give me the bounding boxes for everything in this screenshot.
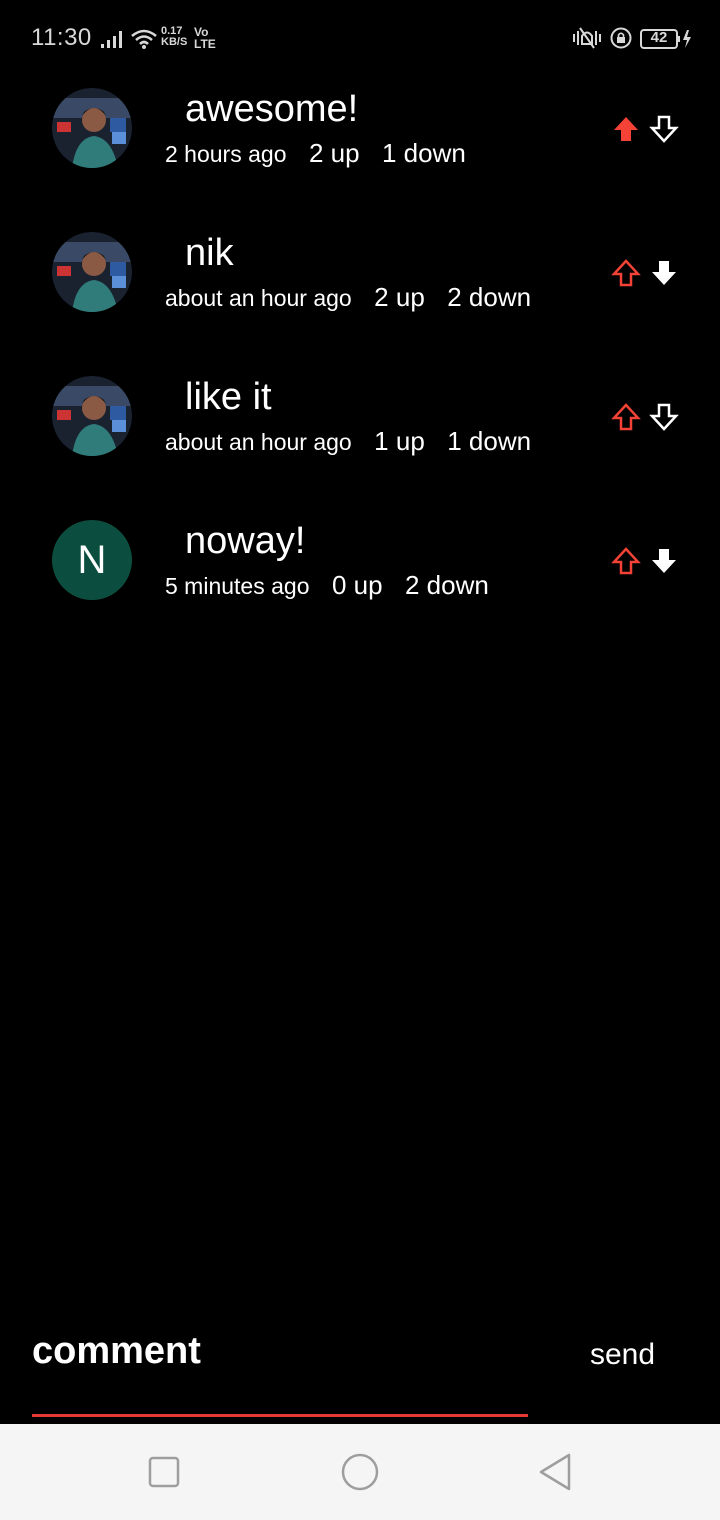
arrow-down-filled-icon — [652, 549, 676, 573]
arrow-up-outline-icon — [611, 547, 641, 575]
comment-item: N noway! 5 minutes ago 0 up 2 down — [0, 520, 720, 620]
back-button[interactable] — [536, 1452, 576, 1492]
comment-up-count: 0 up — [331, 570, 383, 600]
system-nav-bar — [0, 1424, 720, 1520]
arrow-up-outline-icon — [611, 403, 641, 431]
network-type: Vo LTE — [194, 26, 216, 50]
comment-time: 5 minutes ago — [165, 573, 310, 599]
back-triangle-icon — [539, 1453, 571, 1491]
network-speed-unit: KB/S — [161, 36, 188, 48]
downvote-button[interactable] — [649, 114, 679, 144]
comment-up-count: 2 up — [374, 282, 425, 312]
comment-input-underline — [32, 1414, 528, 1417]
comment-item: like it about an hour ago 1 up 1 down — [0, 376, 720, 476]
home-button[interactable] — [340, 1452, 380, 1492]
comment-text: nik — [185, 232, 234, 274]
avatar — [52, 88, 132, 168]
recents-square-icon — [148, 1456, 180, 1488]
battery-level: 42 — [650, 29, 668, 46]
downvote-button[interactable] — [649, 258, 679, 288]
arrow-up-outline-icon — [611, 259, 641, 287]
comment-meta: 2 hours ago 2 up 1 down — [165, 138, 466, 169]
arrow-down-filled-icon — [652, 261, 676, 285]
home-circle-icon — [341, 1453, 379, 1491]
status-time: 11:30 — [31, 24, 92, 51]
lock-icon — [610, 27, 632, 49]
comment-text: like it — [185, 376, 272, 418]
comment-text: awesome! — [185, 88, 359, 130]
comment-up-count: 2 up — [308, 138, 360, 168]
comment-item: nik about an hour ago 2 up 2 down — [0, 232, 720, 332]
charging-icon — [683, 30, 691, 48]
comment-down-count: 2 down — [447, 282, 532, 312]
wifi-icon — [131, 29, 157, 49]
arrow-up-filled-icon — [614, 117, 638, 141]
comment-meta: 5 minutes ago 0 up 2 down — [165, 570, 489, 601]
comment-time: about an hour ago — [165, 285, 352, 311]
upvote-button[interactable] — [611, 114, 641, 144]
comment-time: 2 hours ago — [165, 141, 287, 167]
comment-time: about an hour ago — [165, 429, 352, 455]
network-speed: 0.17 KB/S — [161, 26, 187, 48]
send-button[interactable]: send — [590, 1338, 655, 1372]
arrow-down-outline-icon — [649, 115, 679, 143]
upvote-button[interactable] — [611, 258, 641, 288]
avatar: N — [52, 520, 132, 600]
upvote-button[interactable] — [611, 546, 641, 576]
avatar — [52, 232, 132, 312]
comment-down-count: 2 down — [405, 570, 489, 600]
arrow-down-outline-icon — [649, 403, 679, 431]
status-bar: 11:30 0.17 KB/S Vo LTE 42 — [0, 0, 720, 76]
comment-meta: about an hour ago 2 up 2 down — [165, 282, 531, 313]
comment-input[interactable] — [32, 1326, 332, 1376]
comment-item: awesome! 2 hours ago 2 up 1 down — [0, 88, 720, 188]
recents-button[interactable] — [144, 1452, 184, 1492]
avatar — [52, 376, 132, 456]
comment-up-count: 1 up — [374, 426, 425, 456]
comment-down-count: 1 down — [447, 426, 532, 456]
vibrate-icon — [573, 27, 601, 49]
comment-text: noway! — [185, 520, 306, 562]
upvote-button[interactable] — [611, 402, 641, 432]
comment-down-count: 1 down — [382, 138, 466, 168]
downvote-button[interactable] — [649, 402, 679, 432]
downvote-button[interactable] — [649, 546, 679, 576]
network-type-bottom: LTE — [194, 37, 216, 51]
signal-icon — [101, 31, 122, 48]
comment-meta: about an hour ago 1 up 1 down — [165, 426, 531, 457]
